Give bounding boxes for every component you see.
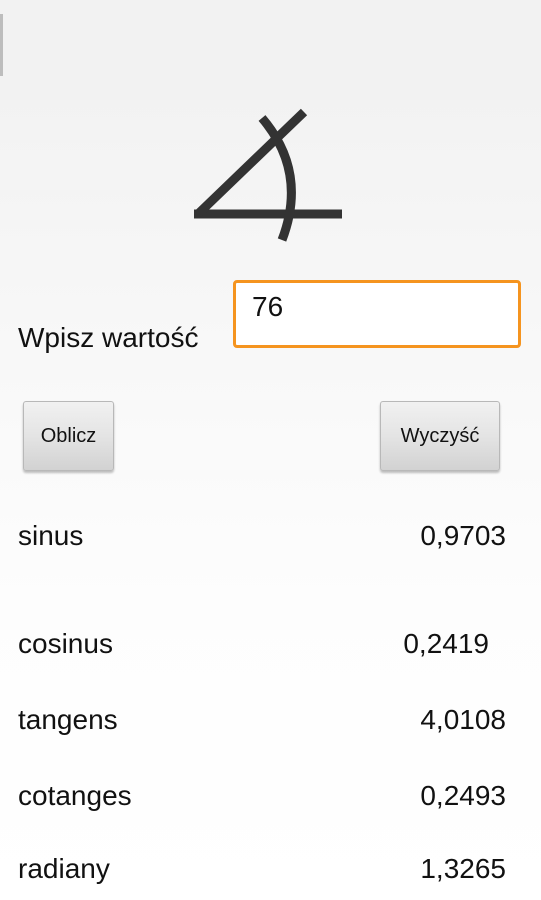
result-value-sinus: 0,9703 — [420, 520, 506, 551]
result-label-cotanges: cotanges — [18, 780, 132, 811]
angle-icon — [180, 100, 350, 255]
top-edge-marker — [0, 14, 3, 76]
value-input[interactable] — [233, 280, 521, 348]
value-label: Wpisz wartość — [18, 322, 199, 353]
result-label-sinus: sinus — [18, 520, 84, 551]
result-value-radiany: 1,3265 — [420, 853, 506, 884]
angle-icon-graphic — [194, 108, 342, 242]
clear-button[interactable]: Wyczyść — [380, 401, 500, 471]
result-value-cosinus: 0,2419 — [403, 628, 489, 659]
result-value-tangens: 4,0108 — [420, 704, 506, 735]
top-bar — [0, 0, 541, 88]
calculate-button[interactable]: Oblicz — [23, 401, 114, 471]
result-label-radiany: radiany — [18, 853, 110, 884]
result-label-cosinus: cosinus — [18, 628, 113, 659]
result-label-tangens: tangens — [18, 704, 118, 735]
result-value-cotanges: 0,2493 — [420, 780, 506, 811]
